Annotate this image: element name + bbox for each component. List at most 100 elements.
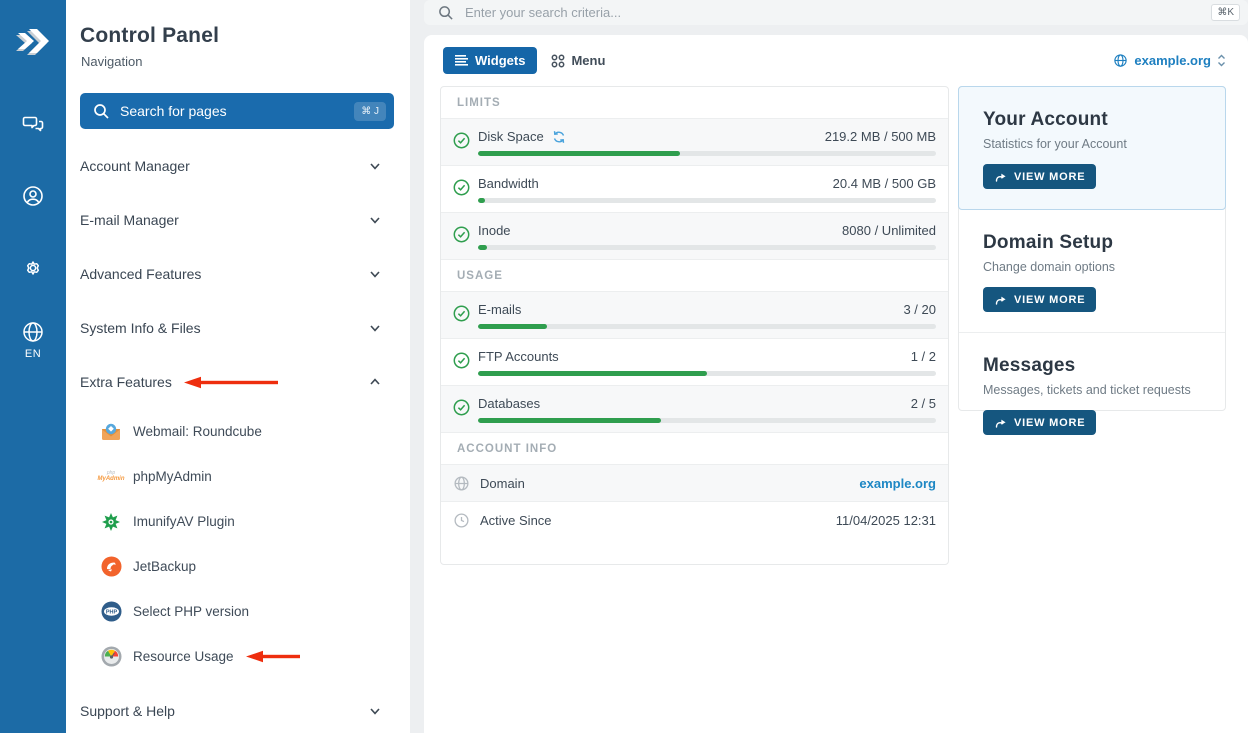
language-selector[interactable]: EN (0, 320, 66, 360)
limits-section-header: LIMITS (441, 87, 948, 119)
navigation-panel: Control Panel Navigation Search for page… (66, 0, 410, 733)
phpmyadmin-icon: php MyAdmin (100, 466, 122, 488)
limit-label: Disk Space (478, 129, 544, 144)
sidebar-item-resource-usage[interactable]: Resource Usage (66, 634, 410, 679)
check-circle-icon (453, 305, 470, 327)
tickets-messages-icon[interactable] (0, 112, 66, 136)
chevron-down-icon (368, 321, 382, 335)
search-icon (438, 5, 454, 21)
section-label: Support & Help (80, 703, 175, 719)
selected-domain: example.org (1134, 53, 1211, 68)
grid-dots-icon (551, 54, 565, 68)
sidebar-item-account-manager[interactable]: Account Manager (66, 139, 410, 193)
up-down-chevrons-icon (1217, 54, 1226, 67)
nav-section-list: Account Manager E-mail Manager Advanced … (66, 139, 410, 733)
limit-value: 20.4 MB / 500 GB (833, 176, 936, 191)
settings-gear-icon[interactable] (0, 256, 66, 280)
usage-value: 1 / 2 (911, 349, 936, 364)
table-row-bandwidth: Bandwidth 20.4 MB / 500 GB (441, 166, 948, 213)
sidebar-item-system-info-files[interactable]: System Info & Files (66, 301, 410, 355)
usage-section-header: USAGE (441, 260, 948, 292)
view-more-label: VIEW MORE (1014, 294, 1085, 306)
annotation-arrow (246, 650, 302, 663)
domain-selector[interactable]: example.org (1113, 53, 1226, 68)
globe-icon (453, 475, 470, 492)
subitem-label: ImunifyAV Plugin (133, 514, 235, 529)
view-more-button[interactable]: VIEW MORE (983, 410, 1096, 435)
search-input[interactable] (465, 5, 1211, 20)
table-row-databases: Databases 2 / 5 (441, 386, 948, 433)
sidebar-item-email-manager[interactable]: E-mail Manager (66, 193, 410, 247)
check-circle-icon (453, 132, 470, 154)
keyboard-shortcut-badge: ⌘K (1211, 4, 1240, 21)
check-circle-icon (453, 179, 470, 201)
panel-gutter (410, 0, 424, 733)
sidebar-item-jetbackup[interactable]: JetBackup (66, 544, 410, 589)
search-icon (93, 103, 110, 120)
subitem-label: Webmail: Roundcube (133, 424, 262, 439)
imunifyav-icon (100, 511, 122, 533)
section-label: Account Manager (80, 158, 190, 174)
view-more-button[interactable]: VIEW MORE (983, 287, 1096, 312)
progress-bar (478, 418, 936, 423)
section-label: Advanced Features (80, 266, 201, 282)
widgets-tab[interactable]: Widgets (443, 47, 537, 74)
view-more-label: VIEW MORE (1014, 417, 1085, 429)
user-account-icon[interactable] (0, 184, 66, 208)
directadmin-logo-icon[interactable] (13, 22, 53, 62)
usage-value: 2 / 5 (911, 396, 936, 411)
sidebar-item-support-help[interactable]: Support & Help (66, 684, 410, 733)
account-info-label: Active Since (480, 513, 552, 528)
menu-tab[interactable]: Menu (551, 47, 605, 74)
chevron-up-icon (368, 375, 382, 389)
list-lines-icon (455, 54, 468, 67)
table-row-ftp-accounts: FTP Accounts 1 / 2 (441, 339, 948, 386)
subitem-label: Resource Usage (133, 649, 234, 664)
redirect-arrow-icon (994, 417, 1007, 429)
widgets-tab-label: Widgets (475, 53, 525, 68)
table-row-emails: E-mails 3 / 20 (441, 292, 948, 339)
view-more-button[interactable]: VIEW MORE (983, 164, 1096, 189)
domain-link[interactable]: example.org (859, 476, 936, 491)
sidebar-item-extra-features[interactable]: Extra Features (66, 355, 410, 409)
main-content: Widgets Menu example.org LIMITS (424, 35, 1248, 733)
table-row-domain: Domain example.org (441, 465, 948, 502)
table-row-disk-space: Disk Space 219.2 MB / 500 MB (441, 119, 948, 166)
keyboard-shortcut-badge: ⌘ J (354, 102, 386, 121)
progress-bar (478, 324, 936, 329)
card-title: Domain Setup (983, 232, 1205, 254)
card-your-account[interactable]: Your Account Statistics for your Account… (958, 86, 1226, 210)
refresh-icon[interactable] (552, 130, 566, 144)
chevron-down-icon (368, 704, 382, 718)
app-rail: EN (0, 0, 66, 733)
dashboard-toolbar: Widgets Menu example.org (424, 35, 1248, 86)
page-title: Control Panel (80, 24, 410, 48)
global-search-bar: ⌘K (424, 0, 1248, 25)
sidebar-item-webmail-roundcube[interactable]: Webmail: Roundcube (66, 409, 410, 454)
card-subtitle: Messages, tickets and ticket requests (983, 383, 1205, 397)
sidebar-item-phpmyadmin[interactable]: php MyAdmin phpMyAdmin (66, 454, 410, 499)
usage-value: 3 / 20 (903, 302, 936, 317)
sidebar-item-imunifyav-plugin[interactable]: ImunifyAV Plugin (66, 499, 410, 544)
check-circle-icon (453, 399, 470, 421)
active-since-value: 11/04/2025 12:31 (836, 513, 936, 528)
card-messages[interactable]: Messages Messages, tickets and ticket re… (959, 333, 1225, 455)
card-subtitle: Change domain options (983, 260, 1205, 274)
search-for-pages-button[interactable]: Search for pages ⌘ J (80, 93, 394, 129)
section-label: Extra Features (80, 374, 172, 390)
globe-icon (21, 320, 45, 344)
annotation-arrow (184, 376, 280, 389)
section-label: E-mail Manager (80, 212, 179, 228)
card-subtitle: Statistics for your Account (983, 137, 1205, 151)
page-subtitle: Navigation (81, 54, 410, 69)
table-row-active-since: Active Since 11/04/2025 12:31 (441, 502, 948, 539)
card-domain-setup[interactable]: Domain Setup Change domain options VIEW … (959, 210, 1225, 333)
sidebar-item-advanced-features[interactable]: Advanced Features (66, 247, 410, 301)
limit-value: 219.2 MB / 500 MB (825, 129, 936, 144)
sidebar-item-select-php-version[interactable]: PHP Select PHP version (66, 589, 410, 634)
extra-features-submenu: Webmail: Roundcube php MyAdmin phpMyAdmi… (66, 409, 410, 679)
subitem-label: Select PHP version (133, 604, 249, 619)
language-code: EN (25, 348, 41, 360)
webmail-icon (100, 421, 122, 443)
shortcut-cards-panel: Your Account Statistics for your Account… (958, 86, 1226, 411)
